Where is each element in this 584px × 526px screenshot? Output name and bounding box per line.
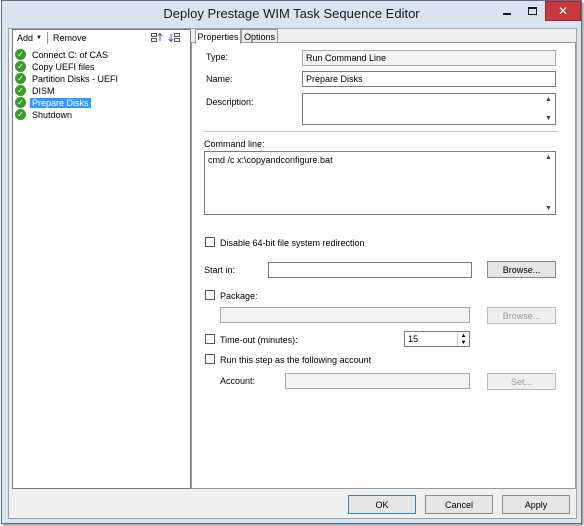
success-check-icon: ✓ [15,97,26,108]
move-down-icon[interactable] [168,32,180,43]
step-item-connect-c[interactable]: ✓ Connect C: of CAS [15,49,190,60]
task-sequence-editor-window: Deploy Prestage WIM Task Sequence Editor… [1,0,582,524]
apply-button[interactable]: Apply [502,495,570,514]
ok-button[interactable]: OK [348,495,416,514]
start-in-input[interactable] [268,262,472,278]
disable-redirection-label: Disable 64-bit file system redirection [220,238,365,248]
success-check-icon: ✓ [15,49,26,60]
start-in-label: Start in: [204,265,236,275]
step-label: Copy UEFI files [32,61,95,72]
command-line-text: cmd /c x:\copyandconfigure.bat [208,155,333,165]
success-check-icon: ✓ [15,85,26,96]
step-label: Prepare Disks [30,97,91,108]
description-label: Description: [206,97,254,107]
type-field: Run Command Line [302,50,556,66]
step-item-prepare-disks[interactable]: ✓ Prepare Disks [15,97,190,108]
minimize-button[interactable] [494,1,520,21]
timeout-value: 15 [408,334,419,344]
tab-options[interactable]: Options [241,29,278,43]
success-check-icon: ✓ [15,109,26,120]
spin-down-icon[interactable]: ▼ [461,340,467,346]
step-toolbar: Add ▼ Remove [13,30,190,46]
toolbar-divider [46,32,48,44]
run-as-label: Run this step as the following account [220,355,372,365]
tab-label: Options [243,31,276,42]
command-line-scrollbar[interactable]: ▲ ▼ [542,152,555,214]
section-divider [204,131,558,132]
step-list: ✓ Connect C: of CAS ✓ Copy UEFI files ✓ … [15,49,190,121]
step-label: DISM [32,85,55,96]
maximize-icon [528,7,537,15]
command-line-label: Command line: [204,139,265,149]
name-label: Name: [206,74,233,84]
set-account-button[interactable]: Set... [487,373,556,390]
disable-redirection-checkbox[interactable] [205,237,215,247]
minimize-icon [503,13,511,15]
timeout-checkbox[interactable] [205,334,215,344]
description-scrollbar[interactable]: ▲ ▼ [542,94,555,124]
command-line-input[interactable]: cmd /c x:\copyandconfigure.bat ▲ ▼ [204,151,556,215]
remove-label: Remove [52,33,87,43]
package-label: Package: [220,291,258,301]
scroll-down-icon[interactable]: ▼ [545,205,552,212]
scroll-up-icon[interactable]: ▲ [545,154,552,161]
run-as-checkbox[interactable] [205,354,215,364]
account-input [285,373,470,389]
close-icon: ✕ [557,4,569,18]
title-bar[interactable]: Deploy Prestage WIM Task Sequence Editor… [2,1,581,28]
step-label: Shutdown [32,109,73,120]
success-check-icon: ✓ [15,73,26,84]
timeout-label: Time-out (minutes): [220,335,298,345]
maximize-button[interactable] [520,1,545,21]
step-item-dism[interactable]: ✓ DISM [15,85,190,96]
timeout-stepper[interactable]: 15 ▲ ▼ [404,331,470,347]
step-item-shutdown[interactable]: ✓ Shutdown [15,109,190,120]
tab-label: Properties [197,32,239,42]
name-input[interactable]: Prepare Disks [302,71,556,87]
type-label: Type: [206,52,229,62]
account-label: Account: [220,376,256,386]
step-label: Connect C: of CAS [32,49,109,60]
scroll-up-icon[interactable]: ▲ [545,96,552,103]
success-check-icon: ✓ [15,61,26,72]
start-in-browse-button[interactable]: Browse... [487,261,556,278]
add-menu-label: Add [17,33,34,43]
step-item-copy-uefi[interactable]: ✓ Copy UEFI files [15,61,190,72]
add-menu-button[interactable]: Add ▼ [13,33,45,43]
description-input[interactable]: ▲ ▼ [302,93,556,125]
spin-up-icon[interactable]: ▲ [461,333,467,340]
move-up-icon[interactable] [151,32,163,43]
cancel-button[interactable]: Cancel [425,495,493,514]
properties-panel: Type: Run Command Line Name: Prepare Dis… [191,42,576,489]
tab-properties[interactable]: Properties [195,29,241,44]
timeout-spinner[interactable]: ▲ ▼ [457,332,469,346]
chevron-down-icon: ▼ [36,35,42,41]
package-checkbox[interactable] [205,290,215,300]
scroll-down-icon[interactable]: ▼ [545,115,552,122]
package-browse-button[interactable]: Browse... [487,307,556,324]
remove-button[interactable]: Remove [50,33,90,43]
step-label: Partition Disks - UEFI [32,73,119,84]
dialog-client-area: Add ▼ Remove ✓ Connect C: of CAS ✓ Copy … [8,28,577,519]
step-tree-pane: Add ▼ Remove ✓ Connect C: of CAS ✓ Copy … [12,29,191,489]
package-input [220,307,470,323]
close-button[interactable]: ✕ [545,1,581,21]
step-item-partition-disks[interactable]: ✓ Partition Disks - UEFI [15,73,190,84]
